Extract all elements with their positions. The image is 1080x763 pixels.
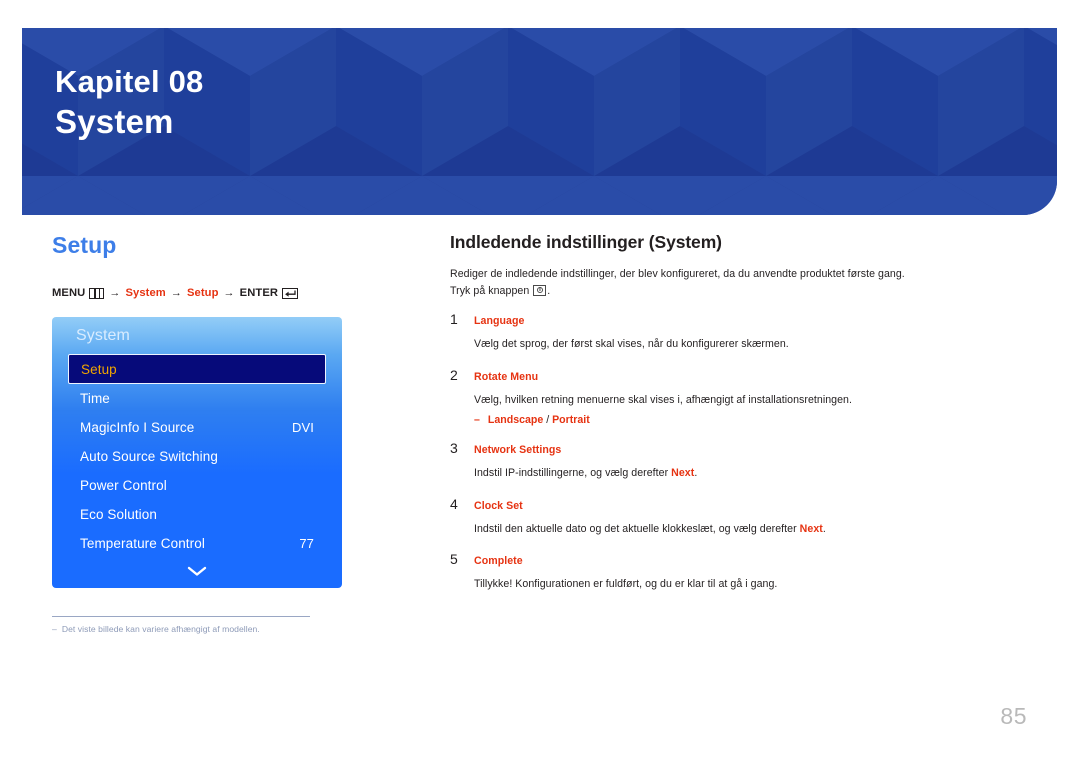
breadcrumb-path-setup: Setup	[186, 287, 219, 299]
step-body-highlight: Next	[671, 467, 695, 480]
footnote-text: Det viste billede kan variere afhængigt …	[61, 624, 260, 634]
banner-heading-group: Kapitel 08 System	[55, 64, 204, 140]
step-number: 1	[450, 311, 458, 328]
step-header: 4 Clock Set	[450, 494, 1010, 515]
step-number: 5	[450, 550, 458, 567]
intro-line-2-after: .	[547, 285, 551, 298]
intro-line-1: Rediger de indledende indstillinger, der…	[450, 268, 905, 280]
option-landscape: Landscape	[487, 414, 544, 427]
chapter-title: System	[55, 102, 174, 140]
page-number: 85	[1000, 703, 1027, 729]
step-label: Complete	[474, 554, 523, 567]
osd-item-magicinfo-i-source[interactable]: MagicInfo I Source DVI	[68, 413, 326, 442]
step-body-after: .	[822, 522, 826, 535]
intro-line-2-before: Tryk på knappen	[450, 285, 530, 298]
step-2: 2 Rotate Menu Vælg, hvilken retning menu…	[450, 365, 1010, 426]
step-header: 1 Language	[450, 309, 1010, 330]
chapter-label: Kapitel 08	[55, 64, 204, 99]
step-label: Language	[474, 315, 525, 328]
breadcrumb-arrow-3: →	[223, 287, 235, 299]
step-label: Network Settings	[474, 444, 562, 457]
section-heading: Indledende indstillinger (System)	[450, 232, 722, 252]
osd-item-label: Auto Source Switching	[80, 449, 218, 464]
step-body: Vælg, hvilken retning menuerne skal vise…	[474, 393, 852, 406]
step-header: 3 Network Settings	[450, 438, 1010, 459]
osd-item-label: MagicInfo I Source	[80, 420, 195, 435]
step-header: 2 Rotate Menu	[450, 365, 1010, 386]
osd-item-auto-source-switching[interactable]: Auto Source Switching	[68, 442, 326, 471]
step-body: Vælg det sprog, der først skal vises, nå…	[474, 338, 789, 351]
step-2-options: – Landscape / Portrait	[474, 414, 1010, 426]
left-column: Setup MENU → System → Setup → ENTER Syst…	[52, 232, 392, 634]
page-title: Setup	[52, 232, 117, 258]
step-body: Tillykke! Konfigurationen er fuldført, o…	[474, 577, 778, 590]
step-body-after: .	[694, 467, 698, 480]
osd-item-time[interactable]: Time	[68, 384, 326, 413]
footnote-divider	[52, 616, 310, 617]
step-body-before: Indstil den aktuelle dato og det aktuell…	[474, 522, 800, 535]
sub-item-text: Landscape / Portrait	[488, 414, 590, 426]
step-3: 3 Network Settings Indstil IP-indstillin…	[450, 438, 1010, 481]
breadcrumb: MENU → System → Setup → ENTER	[52, 287, 392, 299]
footnote-dash: –	[52, 624, 57, 634]
chapter-banner: Kapitel 08 System	[22, 28, 1057, 215]
breadcrumb-enter-label: ENTER	[239, 287, 279, 299]
step-1: 1 Language Vælg det sprog, der først ska…	[450, 309, 1010, 352]
chevron-down-icon	[187, 566, 207, 576]
osd-item-value: DVI	[292, 420, 314, 435]
enter-icon	[282, 287, 299, 299]
power-button-icon	[533, 284, 547, 296]
step-header: 5 Complete	[450, 549, 1010, 570]
sub-item-dash: –	[474, 414, 480, 427]
osd-item-value: 77	[299, 536, 314, 551]
osd-item-label: Time	[80, 391, 110, 406]
step-body: Indstil den aktuelle dato og det aktuell…	[474, 521, 1010, 537]
option-portrait: Portrait	[552, 414, 590, 427]
step-4: 4 Clock Set Indstil den aktuelle dato og…	[450, 494, 1010, 537]
step-number: 3	[450, 440, 458, 457]
footnote: – Det viste billede kan variere afhængig…	[52, 624, 310, 634]
osd-item-label: Eco Solution	[80, 507, 157, 522]
intro-paragraph: Rediger de indledende indstillinger, der…	[450, 266, 1010, 300]
step-label: Rotate Menu	[474, 370, 539, 383]
breadcrumb-menu-label: MENU	[52, 287, 86, 299]
step-label: Clock Set	[474, 499, 523, 512]
osd-item-temperature-control[interactable]: Temperature Control 77	[68, 529, 326, 558]
step-number: 4	[450, 495, 458, 512]
osd-item-label: Power Control	[80, 478, 167, 493]
osd-item-setup[interactable]: Setup	[68, 354, 326, 384]
osd-item-label: Temperature Control	[80, 536, 205, 551]
step-number: 2	[450, 366, 458, 383]
osd-panel-title: System	[76, 327, 130, 344]
step-5: 5 Complete Tillykke! Konfigurationen er …	[450, 549, 1010, 592]
step-body-highlight: Next	[799, 522, 823, 535]
osd-menu-list: Setup Time MagicInfo I Source DVI Auto S…	[52, 354, 342, 558]
osd-item-eco-solution[interactable]: Eco Solution	[68, 500, 326, 529]
option-separator: /	[543, 414, 553, 427]
breadcrumb-path-system: System	[125, 287, 166, 299]
step-body: Indstil IP-indstillingerne, og vælg dere…	[474, 465, 1010, 481]
step-body-before: Indstil IP-indstillingerne, og vælg dere…	[474, 467, 672, 480]
breadcrumb-arrow-2: →	[170, 287, 182, 299]
osd-menu-panel: System Setup Time MagicInfo I Source DVI…	[52, 317, 342, 588]
osd-item-label: Setup	[81, 361, 117, 377]
breadcrumb-arrow-1: →	[109, 287, 121, 299]
menu-icon	[89, 287, 105, 299]
osd-scroll-down-button[interactable]	[52, 558, 342, 584]
osd-item-power-control[interactable]: Power Control	[68, 471, 326, 500]
right-column: Indledende indstillinger (System) Redige…	[450, 232, 1010, 604]
footnote-block: – Det viste billede kan variere afhængig…	[52, 616, 310, 634]
